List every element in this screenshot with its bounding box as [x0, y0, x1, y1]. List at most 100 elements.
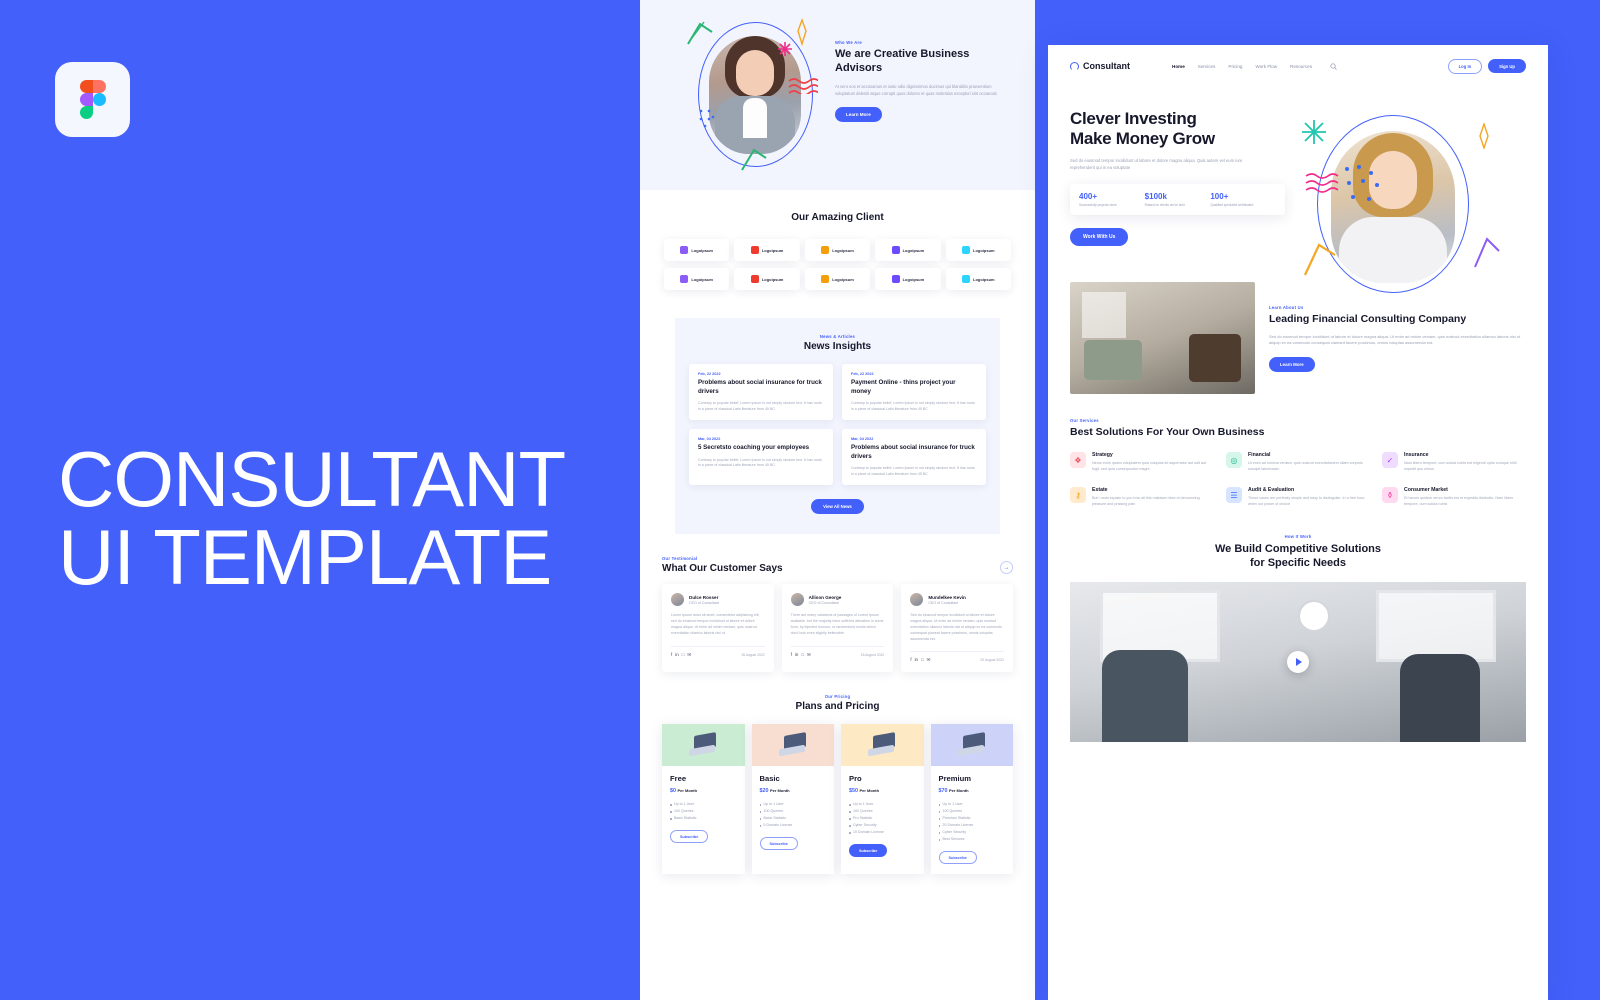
search-icon[interactable]	[1330, 62, 1337, 70]
news-card[interactable]: Feb, 22 2022 Payment Online - thins proje…	[842, 364, 986, 421]
service-item[interactable]: ☰ Audit & Evaluation These cases are perfe…	[1226, 487, 1370, 508]
service-description: Ut enim ad minima veniam, quis nostrud e…	[1248, 461, 1363, 472]
news-card[interactable]: Mar, 04 2022 5 Secretsto coaching your em…	[689, 429, 833, 486]
plan-feature: 100 Queries	[849, 808, 916, 815]
service-description: These cases are perfectly simple and eas…	[1248, 496, 1366, 506]
plan-feature: Premium Statistic	[938, 815, 1006, 822]
subscribe-button[interactable]: Subscribe	[759, 837, 798, 851]
testimonial-role: CEO of Consultant	[689, 600, 719, 605]
twitter-icon[interactable]: ✉	[687, 652, 691, 658]
logo-mark-icon	[821, 275, 830, 283]
service-item[interactable]: ❖ Strategy Nemo enim ipsam voluptatem quia…	[1070, 452, 1214, 473]
service-item[interactable]: ⚷ Estate But I must explain to you how all…	[1070, 487, 1214, 508]
plan-features: Up to 1 User 100 Queries Basic Statistic 5 …	[759, 801, 827, 829]
avatar	[790, 593, 804, 607]
pricing-card: Basic $20 Per Month Up to 1 User 100 Querie…	[751, 724, 834, 875]
testimonial-date: 18 August 2022	[860, 652, 885, 657]
testimonial-role: CEO of Consultant	[928, 600, 959, 605]
plan-feature: 100 Queries	[670, 808, 737, 815]
nav-link-pricing[interactable]: Pricing	[1228, 64, 1242, 69]
facebook-icon[interactable]: f	[791, 652, 792, 658]
news-title: 5 Secretsto coaching your employees	[698, 444, 810, 452]
about-learn-more-button[interactable]: Learn More	[1269, 356, 1315, 372]
facebook-icon[interactable]: f	[910, 657, 911, 663]
instagram-icon[interactable]: □	[801, 652, 804, 658]
pricing-card: Pro $50 Per Month Up to 1 User 100 Queries P…	[841, 724, 924, 875]
news-date: Mar, 04 2022	[851, 437, 874, 442]
logo-mark-icon	[750, 246, 759, 254]
news-body: Contrary to popular belief, Lorem Ipsum …	[851, 466, 975, 476]
plan-illustration	[662, 724, 745, 767]
b-brand[interactable]: Consultant	[1070, 61, 1130, 71]
a-testimonials-title: What Our Customer Says	[662, 563, 783, 575]
b-hero-stats: 400+ Successfully projects done $100k Raise…	[1070, 183, 1285, 216]
plan-feature: Up to 1 User	[938, 801, 1006, 808]
testimonial-name: Mundelkee Kevin	[928, 594, 966, 600]
client-logo-label: Logoipsum	[902, 247, 925, 253]
sparkle-decoration-2	[1479, 123, 1489, 149]
news-body: Contrary to popular belief, Lorem Ipsum …	[698, 457, 822, 468]
client-logo-label: Logoipsum	[832, 247, 854, 253]
news-date: Feb, 22 2022	[698, 372, 721, 376]
login-button[interactable]: Log In	[1447, 58, 1483, 74]
facebook-icon[interactable]: f	[671, 652, 672, 658]
orange-arrow-decoration	[1304, 243, 1336, 276]
twitter-icon[interactable]: ✉	[807, 652, 811, 658]
stat-caption: Raised on clients we've built	[1144, 202, 1185, 207]
news-title: Problems about social insurance for truc…	[851, 444, 975, 460]
coin-icon: ◎	[1226, 452, 1242, 469]
client-logo-label: Logoipsum	[761, 276, 784, 282]
view-all-news-button[interactable]: View All News	[811, 499, 864, 515]
social-icons[interactable]: f in □ ✉	[671, 652, 691, 658]
b-services-section: Our Services Best Solutions For Your Own…	[1048, 394, 1548, 508]
nav-link-work-flow[interactable]: Work Flow	[1255, 64, 1277, 69]
shield-doc-icon: ✓	[1382, 452, 1398, 469]
a-hero-eyebrow: Who We Are	[835, 40, 862, 45]
b-hero-title-line2: Make Money Grow	[1070, 129, 1215, 148]
a-hero-learn-more-button[interactable]: Learn More	[835, 107, 882, 123]
a-news-title: News Insights	[803, 341, 872, 352]
logo-mark-icon	[962, 275, 971, 283]
linkedin-icon[interactable]: in	[915, 657, 918, 663]
b-how-eyebrow: How It Work	[1284, 533, 1312, 539]
subscribe-button[interactable]: Subscribe	[670, 830, 709, 844]
testimonial-next-button[interactable]: →	[1000, 561, 1013, 575]
instagram-icon[interactable]: □	[682, 652, 685, 658]
figma-logo-badge	[55, 62, 130, 137]
subscribe-button[interactable]: Subscribe	[938, 851, 977, 865]
stat-number: 400+	[1079, 191, 1098, 201]
a-hero-body: At vero eos et accusamus et iusto odio d…	[835, 84, 997, 96]
about-photo	[1070, 282, 1255, 395]
logo-mark-icon	[891, 275, 900, 283]
service-item[interactable]: ✓ Insurance Nam libero tempore, cum soluta…	[1382, 452, 1526, 473]
b-how-section: How It Work We Build Competitive Solutio…	[1048, 508, 1548, 742]
plan-illustration	[751, 724, 834, 767]
linkedin-icon[interactable]: in	[675, 652, 678, 658]
nav-link-services[interactable]: Services	[1198, 64, 1216, 69]
how-it-works-video[interactable]	[1070, 581, 1526, 742]
news-card[interactable]: Mar, 04 2022 Problems about social insura…	[842, 429, 986, 486]
service-item[interactable]: ⚱ Consumer Market Et harum quidem rerum fa…	[1382, 487, 1526, 508]
service-name: Audit & Evaluation	[1248, 487, 1295, 493]
work-with-us-button[interactable]: Work With Us	[1070, 228, 1129, 247]
news-card[interactable]: Feb, 22 2022 Problems about social insura…	[689, 364, 833, 421]
subscribe-button[interactable]: Subscribe	[849, 844, 888, 858]
cover-title-line2: UI TEMPLATE	[58, 513, 552, 601]
signup-button[interactable]: Sign Up	[1488, 59, 1526, 73]
play-icon[interactable]	[1287, 650, 1309, 673]
social-icons[interactable]: f in □ ✉	[791, 652, 811, 658]
service-item[interactable]: ◎ Financial Ut enim ad minima veniam, quis…	[1226, 452, 1370, 473]
twitter-icon[interactable]: ✉	[927, 657, 931, 663]
service-description: Et harum quidem rerum facilis est et exp…	[1404, 496, 1514, 506]
linkedin-icon[interactable]: in	[795, 652, 798, 658]
social-icons[interactable]: f in □ ✉	[910, 657, 930, 663]
plan-name: Free	[670, 774, 687, 784]
logo-mark-icon	[750, 275, 759, 283]
instagram-icon[interactable]: □	[921, 657, 924, 663]
nav-link-home[interactable]: Home	[1172, 64, 1185, 69]
plan-illustration	[930, 724, 1013, 767]
nav-link-resources[interactable]: Resources	[1290, 64, 1312, 69]
cover-title: CONSULTANT UI TEMPLATE	[58, 440, 566, 601]
pink-wave-decoration	[1305, 173, 1339, 193]
client-logo-label: Logoipsum	[761, 247, 784, 253]
